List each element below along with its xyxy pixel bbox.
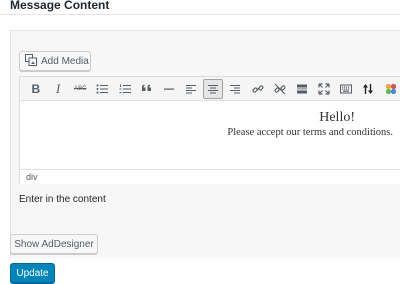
read-more-icon bbox=[296, 84, 307, 93]
unlink-icon bbox=[274, 83, 286, 94]
add-media-label: Add Media bbox=[41, 55, 89, 67]
keyboard-icon bbox=[340, 84, 353, 93]
section-title: Message Content bbox=[10, 0, 110, 12]
bold-button[interactable]: B bbox=[26, 79, 46, 99]
align-center-icon bbox=[208, 84, 219, 93]
horizontal-line-button[interactable] bbox=[159, 79, 179, 99]
editor-content-area[interactable]: Hello! Please accept our terms and condi… bbox=[20, 102, 400, 169]
media-icon bbox=[25, 53, 37, 69]
add-media-button[interactable]: Add Media bbox=[19, 51, 91, 71]
content-hint: Enter in the content bbox=[19, 194, 106, 205]
editor-toolbar: B I ABC bbox=[20, 77, 400, 101]
align-right-icon bbox=[230, 84, 241, 93]
insert-link-button[interactable] bbox=[248, 79, 268, 99]
content-heading: Hello! bbox=[319, 110, 355, 125]
remove-link-button[interactable] bbox=[270, 79, 290, 99]
fullscreen-icon bbox=[318, 82, 330, 95]
italic-button[interactable]: I bbox=[48, 79, 68, 99]
quote-icon bbox=[141, 84, 151, 91]
link-icon bbox=[252, 84, 264, 93]
colorful-plugin-button[interactable] bbox=[381, 79, 400, 99]
align-center-button[interactable] bbox=[203, 78, 224, 99]
colorful-circles-icon bbox=[385, 83, 396, 94]
horizontal-line-icon bbox=[163, 88, 174, 90]
strikethrough-button[interactable]: ABC bbox=[70, 79, 90, 99]
rich-text-editor: B I ABC Hello! Please accept our terms a… bbox=[19, 76, 400, 184]
editor-path-bar: div bbox=[20, 169, 400, 184]
up-down-arrows-icon bbox=[363, 83, 374, 94]
content-body: Please accept our terms and conditions. bbox=[227, 127, 393, 138]
action-area bbox=[0, 258, 400, 284]
show-adesigner-button[interactable]: Show AdDesigner bbox=[10, 234, 98, 254]
path-element[interactable]: div bbox=[26, 172, 38, 182]
align-right-button[interactable] bbox=[226, 79, 246, 99]
read-more-button[interactable] bbox=[292, 79, 312, 99]
bullet-list-icon bbox=[96, 84, 109, 93]
blockquote-button[interactable] bbox=[137, 79, 157, 99]
update-button[interactable]: Update bbox=[10, 263, 55, 283]
section-divider bbox=[0, 14, 400, 15]
numbered-list-icon bbox=[119, 84, 131, 93]
align-left-icon bbox=[186, 84, 197, 93]
fullscreen-button[interactable] bbox=[314, 79, 334, 99]
align-left-button[interactable] bbox=[181, 79, 201, 99]
numbered-list-button[interactable] bbox=[115, 79, 135, 99]
bullet-list-button[interactable] bbox=[93, 79, 113, 99]
sort-arrows-button[interactable] bbox=[359, 79, 379, 99]
keyboard-button[interactable] bbox=[336, 79, 356, 99]
